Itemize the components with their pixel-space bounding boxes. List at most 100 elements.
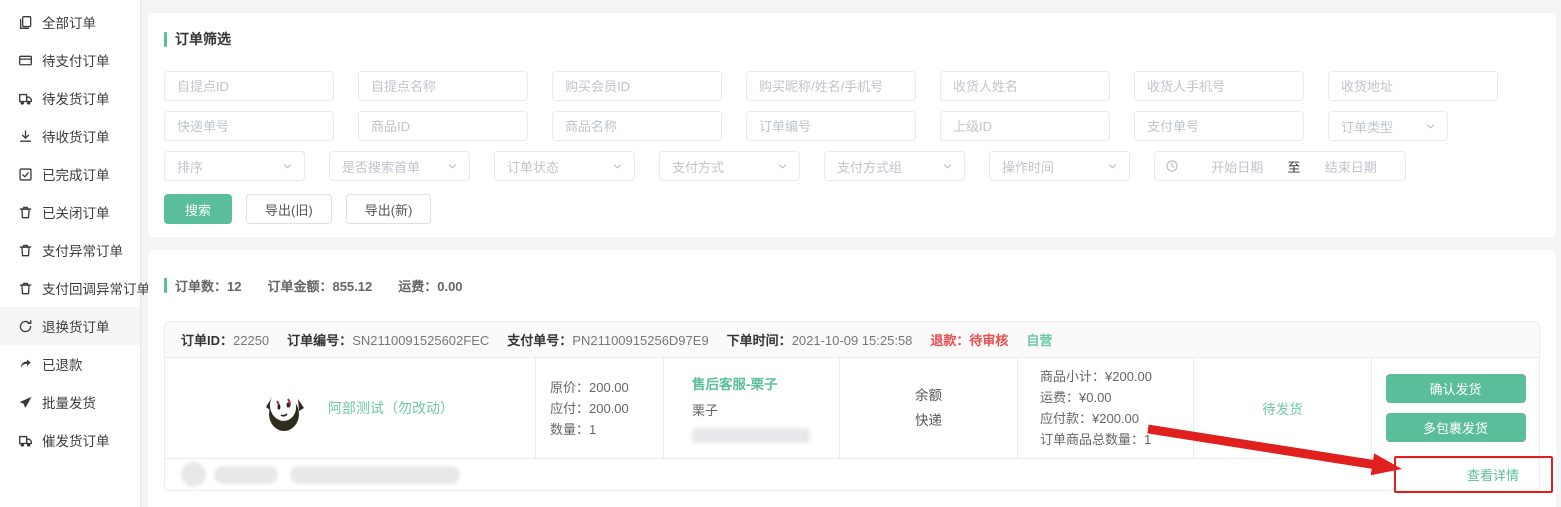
date-range-separator: 至 xyxy=(1282,157,1307,176)
sidebar-item-urge-shipment[interactable]: 催发货订单 xyxy=(0,421,140,459)
sidebar-item-label: 支付异常订单 xyxy=(42,240,123,260)
payment-method-select[interactable]: 支付方式 xyxy=(659,151,800,181)
sidebar-item-all-orders[interactable]: 全部订单 xyxy=(0,3,140,41)
search-button[interactable]: 搜索 xyxy=(164,194,232,224)
sidebar-item-label: 全部订单 xyxy=(42,12,96,32)
date-range-picker[interactable]: 开始日期 至 结束日期 xyxy=(1154,151,1406,181)
trash-icon xyxy=(18,281,33,296)
copy-icon xyxy=(18,15,33,30)
order-card-footer: 查看详情 xyxy=(165,458,1539,490)
sidebar-item-label: 批量发货 xyxy=(42,392,96,412)
sidebar-item-label: 待发货订单 xyxy=(42,88,110,108)
quantity: 数量：1 xyxy=(550,419,663,440)
multi-package-shipment-button[interactable]: 多包裹发货 xyxy=(1386,413,1526,442)
share-icon xyxy=(18,357,33,372)
redacted-name xyxy=(214,466,278,484)
order-sidebar: 全部订单 待支付订单 待发货订单 待收货订单 已完成订单 已关闭订单 支付异常订… xyxy=(0,0,141,507)
chevron-down-icon xyxy=(941,160,954,173)
sidebar-item-pending-receipt[interactable]: 待收货订单 xyxy=(0,117,140,155)
status-cell: 待发货 xyxy=(1193,358,1371,458)
product-name[interactable]: 阿部测试（勿改动） xyxy=(328,398,454,418)
chevron-down-icon xyxy=(611,160,624,173)
first-order-select[interactable]: 是否搜索首单 xyxy=(329,151,470,181)
payment-method: 余额 xyxy=(915,383,942,408)
amounts-cell: 商品小计：¥200.00 运费：¥0.00 应付款：¥200.00 订单商品总数… xyxy=(1017,358,1193,458)
receive-icon xyxy=(18,129,33,144)
order-time: 下单时间：2021-10-09 15:25:58 xyxy=(727,330,913,349)
sidebar-item-pending-payment[interactable]: 待支付订单 xyxy=(0,41,140,79)
truck-icon xyxy=(18,91,33,106)
product-id-input[interactable] xyxy=(358,111,528,141)
section-accent-bar xyxy=(164,278,167,293)
order-card-header: 订单ID：22250 订单编号：SN2110091525602FEC 支付单号：… xyxy=(165,322,1539,358)
operation-time-select[interactable]: 操作时间 xyxy=(989,151,1130,181)
pickup-name-input[interactable] xyxy=(358,71,528,101)
consignee-name-input[interactable] xyxy=(940,71,1110,101)
sidebar-item-callback-abnormal[interactable]: 支付回调异常订单 xyxy=(0,269,140,307)
service-cell: 售后客服-栗子 栗子 xyxy=(663,358,839,458)
chevron-down-icon xyxy=(281,160,294,173)
product-image xyxy=(258,383,308,433)
order-id: 订单ID：22250 xyxy=(181,330,269,349)
filter-title-text: 订单筛选 xyxy=(175,29,231,49)
sidebar-item-closed[interactable]: 已关闭订单 xyxy=(0,193,140,231)
delivery-method: 快递 xyxy=(915,408,942,433)
sidebar-item-label: 催发货订单 xyxy=(42,430,110,450)
redacted-phone xyxy=(692,428,810,443)
trash-icon xyxy=(18,243,33,258)
order-amount: 订单金额：855.12 xyxy=(267,276,372,295)
sidebar-item-payment-abnormal[interactable]: 支付异常订单 xyxy=(0,231,140,269)
order-summary: 订单数：12 订单金额：855.12 运费：0.00 xyxy=(164,250,1540,295)
chevron-down-icon xyxy=(1106,160,1119,173)
price-cell: 原价：200.00 应付：200.00 数量：1 xyxy=(535,358,663,458)
order-sn-input[interactable] xyxy=(746,111,916,141)
card-icon xyxy=(18,53,33,68)
tracking-number-input[interactable] xyxy=(164,111,334,141)
chevron-down-icon xyxy=(1424,120,1437,133)
buyer-nickname-input[interactable] xyxy=(746,71,916,101)
filter-section-title: 订单筛选 xyxy=(164,29,1540,49)
order-freight: 运费：0.00 xyxy=(398,276,462,295)
payment-sn-input[interactable] xyxy=(1134,111,1304,141)
freight-amount: 运费：¥0.00 xyxy=(1040,387,1193,408)
product-name-input[interactable] xyxy=(552,111,722,141)
export-old-button[interactable]: 导出(旧) xyxy=(246,194,332,224)
end-date-field[interactable]: 结束日期 xyxy=(1307,157,1396,176)
check-square-icon xyxy=(18,167,33,182)
export-new-button[interactable]: 导出(新) xyxy=(346,194,432,224)
total-quantity: 订单商品总数量：1 xyxy=(1040,429,1193,450)
order-count: 订单数：12 xyxy=(175,276,241,295)
start-date-field[interactable]: 开始日期 xyxy=(1193,157,1282,176)
sidebar-item-refunded[interactable]: 已退款 xyxy=(0,345,140,383)
order-status-select[interactable]: 订单状态 xyxy=(494,151,635,181)
product-cell: 阿部测试（勿改动） xyxy=(165,358,535,458)
truck-icon xyxy=(18,433,33,448)
view-details-link[interactable]: 查看详情 xyxy=(1467,465,1523,484)
sidebar-item-label: 待收货订单 xyxy=(42,126,110,146)
buyer-member-id-input[interactable] xyxy=(552,71,722,101)
original-price: 原价：200.00 xyxy=(550,377,663,398)
payable-price: 应付：200.00 xyxy=(550,398,663,419)
order-status-text: 待发货 xyxy=(1262,398,1303,418)
sidebar-item-return-exchange[interactable]: 退换货订单 xyxy=(0,307,140,345)
sidebar-item-pending-shipment[interactable]: 待发货订单 xyxy=(0,79,140,117)
pickup-id-input[interactable] xyxy=(164,71,334,101)
parent-id-input[interactable] xyxy=(940,111,1110,141)
consignee-phone-input[interactable] xyxy=(1134,71,1304,101)
sidebar-item-label: 已关闭订单 xyxy=(42,202,110,222)
sidebar-item-completed[interactable]: 已完成订单 xyxy=(0,155,140,193)
refresh-icon xyxy=(18,319,33,334)
sidebar-item-batch-shipment[interactable]: 批量发货 xyxy=(0,383,140,421)
actions-cell: 确认发货 多包裹发货 xyxy=(1371,358,1539,458)
confirm-shipment-button[interactable]: 确认发货 xyxy=(1386,374,1526,403)
payment-group-select[interactable]: 支付方式组 xyxy=(824,151,965,181)
sidebar-item-label: 已退款 xyxy=(42,354,83,374)
shipping-address-input[interactable] xyxy=(1328,71,1498,101)
order-type-select[interactable]: 订单类型 xyxy=(1328,111,1448,141)
after-sale-service: 售后客服-栗子 xyxy=(692,373,839,393)
paper-plane-icon xyxy=(18,395,33,410)
clock-icon xyxy=(1165,159,1179,173)
payment-cell: 余额 快递 xyxy=(839,358,1017,458)
redacted-avatar xyxy=(181,462,206,487)
sort-select[interactable]: 排序 xyxy=(164,151,305,181)
